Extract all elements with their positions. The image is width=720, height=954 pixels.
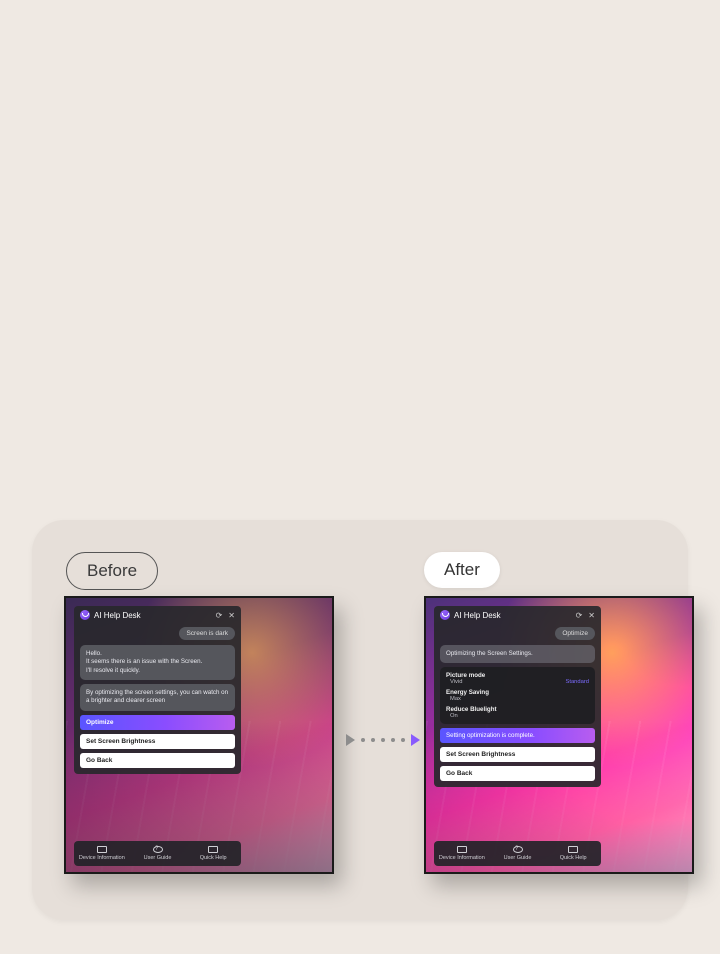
optimized-settings: Picture mode Vivid Standard Energy Savin… (440, 667, 595, 724)
quick-help-button[interactable]: Quick Help (185, 841, 241, 866)
device-information-button[interactable]: Device Information (434, 841, 490, 866)
dot-icon (361, 738, 365, 742)
picture-mode-value: Vivid (450, 679, 462, 685)
panel-header: AI Help Desk ⟳ ✕ (434, 606, 601, 624)
help-icon (513, 846, 523, 853)
quick-help-label: Quick Help (200, 855, 227, 861)
refresh-icon[interactable]: ⟳ (576, 611, 583, 620)
arrow-right-icon (411, 734, 420, 746)
user-guide-label: User Guide (144, 855, 172, 861)
bottom-toolbar: Device Information User Guide Quick Help (74, 841, 241, 866)
set-brightness-button[interactable]: Set Screen Brightness (80, 734, 235, 749)
panel-header: AI Help Desk ⟳ ✕ (74, 606, 241, 624)
user-chip: Screen is dark (179, 627, 235, 640)
setting-energy-saving: Energy Saving Max (446, 689, 589, 702)
refresh-icon[interactable]: ⟳ (216, 611, 223, 620)
energy-saving-label: Energy Saving (446, 689, 589, 696)
dot-icon (381, 738, 385, 742)
setting-reduce-bluelight: Reduce Bluelight On (446, 706, 589, 719)
badge-before: Before (66, 552, 158, 590)
arrow-left-icon (346, 734, 355, 746)
go-back-button[interactable]: Go Back (440, 766, 595, 781)
user-guide-button[interactable]: User Guide (490, 841, 546, 866)
progress-message: Optimizing the Screen Settings. (440, 645, 595, 663)
set-brightness-button[interactable]: Set Screen Brightness (440, 747, 595, 762)
user-message-row: Optimize (434, 624, 601, 645)
device-icon (97, 846, 107, 853)
close-icon[interactable]: ✕ (228, 611, 235, 620)
user-message-row: Screen is dark (74, 624, 241, 645)
ai-help-desk-panel-after: AI Help Desk ⟳ ✕ Optimize Optimizing the… (434, 606, 601, 787)
bottom-toolbar: Device Information User Guide Quick Help (434, 841, 601, 866)
reduce-bluelight-value: On (450, 713, 458, 719)
picture-mode-alt[interactable]: Standard (565, 679, 589, 685)
help-icon (153, 846, 163, 853)
panel-title: AI Help Desk (94, 611, 141, 620)
user-guide-button[interactable]: User Guide (130, 841, 186, 866)
completion-status: Setting optimization is complete. (440, 728, 595, 743)
dot-icon (371, 738, 375, 742)
ai-icon (440, 610, 450, 620)
badge-after: After (424, 552, 500, 588)
transition-arrow (346, 734, 420, 746)
quick-help-button[interactable]: Quick Help (545, 841, 601, 866)
quickhelp-icon (208, 846, 218, 853)
dot-icon (401, 738, 405, 742)
user-chip: Optimize (555, 627, 595, 640)
ai-help-desk-panel-before: AI Help Desk ⟳ ✕ Screen is dark Hello. I… (74, 606, 241, 774)
setting-picture-mode: Picture mode Vivid Standard (446, 672, 589, 685)
tv-before: AI Help Desk ⟳ ✕ Screen is dark Hello. I… (64, 596, 334, 874)
assistant-message-1: Hello. It seems there is an issue with t… (80, 645, 235, 680)
device-icon (457, 846, 467, 853)
optimize-button[interactable]: Optimize (80, 715, 235, 730)
energy-saving-value: Max (450, 696, 461, 702)
tv-after: AI Help Desk ⟳ ✕ Optimize Optimizing the… (424, 596, 694, 874)
assistant-message-2: By optimizing the screen settings, you c… (80, 684, 235, 711)
reduce-bluelight-label: Reduce Bluelight (446, 706, 589, 713)
user-guide-label: User Guide (504, 855, 532, 861)
comparison-stage: Before After AI Help Desk ⟳ ✕ Screen is … (32, 520, 688, 920)
device-information-button[interactable]: Device Information (74, 841, 130, 866)
dot-icon (391, 738, 395, 742)
quick-help-label: Quick Help (560, 855, 587, 861)
device-information-label: Device Information (79, 855, 125, 861)
go-back-button[interactable]: Go Back (80, 753, 235, 768)
picture-mode-label: Picture mode (446, 672, 589, 679)
device-information-label: Device Information (439, 855, 485, 861)
close-icon[interactable]: ✕ (588, 611, 595, 620)
ai-icon (80, 610, 90, 620)
quickhelp-icon (568, 846, 578, 853)
panel-title: AI Help Desk (454, 611, 501, 620)
